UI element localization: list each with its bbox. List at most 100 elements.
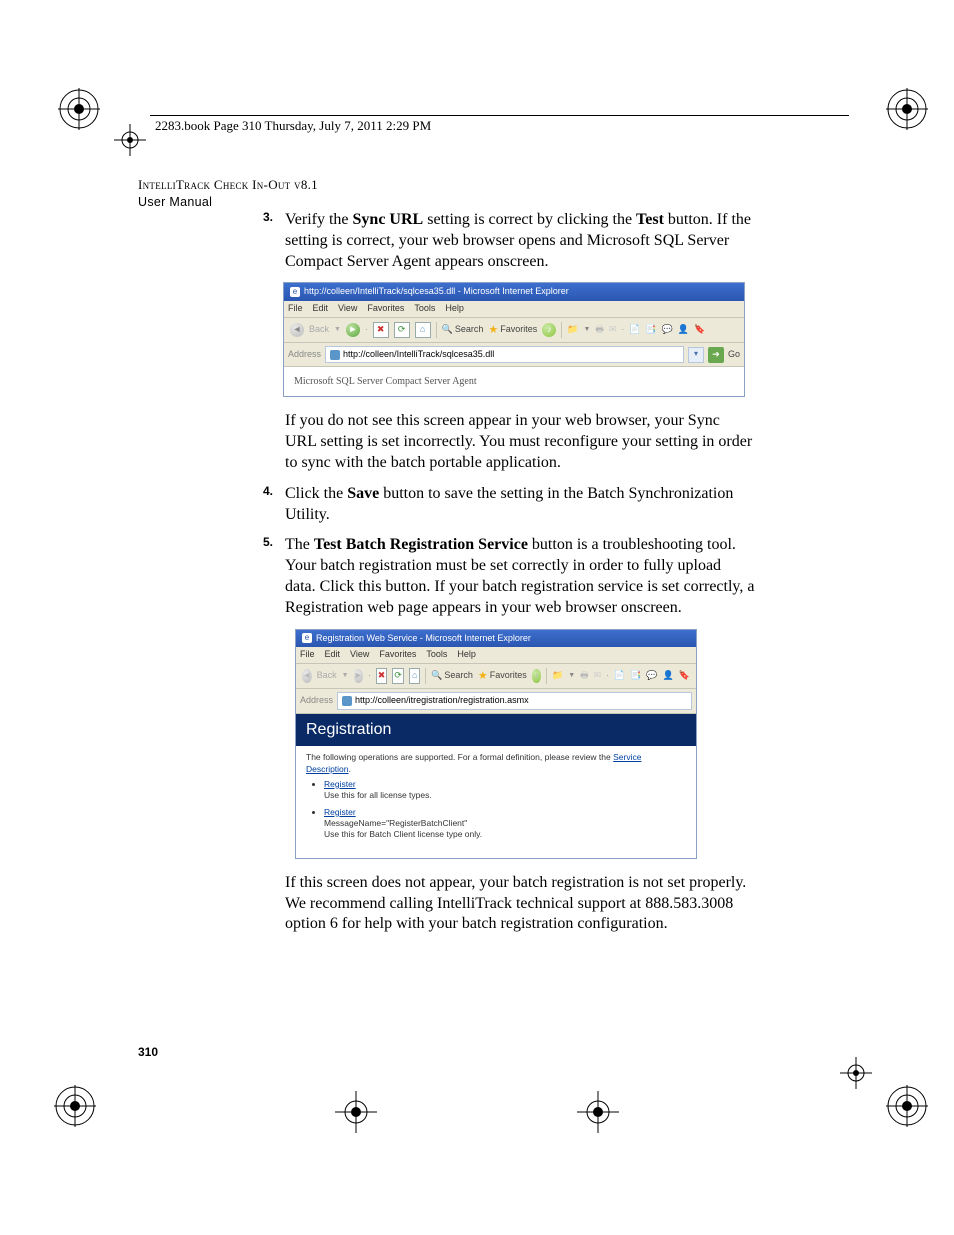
stop-icon[interactable]: ✖ xyxy=(376,668,388,684)
print-icon[interactable]: 🖶 xyxy=(595,324,604,336)
step-number: 4. xyxy=(263,484,273,500)
menu-edit[interactable]: Edit xyxy=(313,303,329,315)
list-item: Register MessageName="RegisterBatchClien… xyxy=(324,807,686,840)
product-title: IntelliTrack Check In-Out v8.1 xyxy=(138,176,318,194)
size-icon[interactable]: 📑 xyxy=(645,324,656,336)
ie-logo-icon: e xyxy=(302,633,312,643)
ie-titlebar: e Registration Web Service - Microsoft I… xyxy=(296,630,696,648)
edit-icon[interactable]: 📄 xyxy=(614,670,625,682)
forward-button-icon[interactable]: ► xyxy=(354,669,364,683)
bold-sync-url: Sync URL xyxy=(353,211,424,228)
register-link[interactable]: Register xyxy=(324,779,356,789)
step-5: 5. The Test Batch Registration Service b… xyxy=(285,535,755,618)
refresh-icon[interactable]: ⟳ xyxy=(392,668,404,684)
window-title: Registration Web Service - Microsoft Int… xyxy=(316,633,531,645)
menu-file[interactable]: File xyxy=(288,303,303,315)
discuss-icon[interactable]: 💬 xyxy=(662,324,673,336)
discuss-icon[interactable]: 💬 xyxy=(646,670,657,682)
list-item: Register Use this for all license types. xyxy=(324,779,686,801)
crop-mark-icon xyxy=(58,88,100,130)
crop-mark-icon xyxy=(840,1057,872,1089)
messenger-icon[interactable]: 👤 xyxy=(663,670,674,682)
header-text: 2283.book Page 310 Thursday, July 7, 201… xyxy=(155,118,431,134)
back-button-icon[interactable]: ◄ xyxy=(290,323,304,337)
menu-file[interactable]: File xyxy=(300,649,315,661)
page-content: 3. Verify the Sync URL setting is correc… xyxy=(285,210,755,945)
register-link[interactable]: Register xyxy=(324,807,356,817)
step-4: 4. Click the Save button to save the set… xyxy=(285,484,755,526)
menu-edit[interactable]: Edit xyxy=(325,649,341,661)
step-number: 5. xyxy=(263,535,273,551)
research-icon[interactable]: 🔖 xyxy=(679,670,690,682)
menu-help[interactable]: Help xyxy=(457,649,476,661)
home-icon[interactable]: ⌂ xyxy=(415,322,431,338)
bold-test: Test xyxy=(636,211,664,228)
step-3: 3. Verify the Sync URL setting is correc… xyxy=(285,210,755,272)
back-label: Back xyxy=(309,324,329,336)
mail-icon[interactable]: ✉ xyxy=(609,324,617,336)
doc-header: IntelliTrack Check In-Out v8.1 User Manu… xyxy=(138,176,318,210)
forward-button-icon[interactable]: ► xyxy=(346,323,360,337)
messenger-icon[interactable]: 👤 xyxy=(678,324,689,336)
ie-menubar: File Edit View Favorites Tools Help xyxy=(296,647,696,664)
crop-mark-icon xyxy=(114,124,146,156)
media-icon[interactable]: ♪ xyxy=(532,669,542,683)
menu-help[interactable]: Help xyxy=(445,303,464,315)
menu-view[interactable]: View xyxy=(338,303,357,315)
home-icon[interactable]: ⌂ xyxy=(409,668,421,684)
go-button-icon[interactable]: ➔ xyxy=(708,347,724,363)
ie-screenshot-1: e http://colleen/IntelliTrack/sqlcesa35.… xyxy=(283,282,745,397)
crop-mark-icon xyxy=(335,1091,377,1133)
address-value: http://colleen/IntelliTrack/sqlcesa35.dl… xyxy=(343,349,494,361)
mail-icon[interactable]: ✉ xyxy=(594,670,602,682)
favorites-button[interactable]: ★Favorites xyxy=(488,323,537,337)
crop-mark-icon xyxy=(886,88,928,130)
address-field[interactable]: http://colleen/IntelliTrack/sqlcesa35.dl… xyxy=(325,346,684,364)
edit-icon[interactable]: 📄 xyxy=(629,324,640,336)
print-icon[interactable]: 🖶 xyxy=(580,670,589,682)
ie-toolbar: ◄ Back ▼ ► · ✖ ⟳ ⌂ 🔍Search ★Favorites ♪ … xyxy=(284,318,744,343)
ie-titlebar: e http://colleen/IntelliTrack/sqlcesa35.… xyxy=(284,283,744,301)
window-title: http://colleen/IntelliTrack/sqlcesa35.dl… xyxy=(304,286,569,298)
media-icon[interactable]: ♪ xyxy=(542,323,556,337)
menu-tools[interactable]: Tools xyxy=(426,649,447,661)
refresh-icon[interactable]: ⟳ xyxy=(394,322,410,338)
page-icon xyxy=(342,696,352,706)
address-dropdown-icon[interactable]: ▾ xyxy=(688,347,704,363)
folder-icon[interactable]: 📁 xyxy=(552,670,563,682)
ie-screenshot-2: e Registration Web Service - Microsoft I… xyxy=(295,629,697,859)
back-button-icon[interactable]: ◄ xyxy=(302,669,312,683)
go-label: Go xyxy=(728,349,740,361)
reg-intro: The following operations are supported. … xyxy=(306,752,613,762)
reg-intro-post: . xyxy=(349,764,351,774)
folder-icon[interactable]: 📁 xyxy=(567,324,578,336)
ie-menubar: File Edit View Favorites Tools Help xyxy=(284,301,744,318)
ie-addressbar: Address http://colleen/itregistration/re… xyxy=(296,689,696,714)
text: Click the xyxy=(285,485,347,502)
bold-save: Save xyxy=(347,485,379,502)
item-desc: MessageName="RegisterBatchClient" xyxy=(324,818,467,828)
ie-addressbar: Address http://colleen/IntelliTrack/sqlc… xyxy=(284,343,744,368)
address-label: Address xyxy=(300,695,333,707)
text: Verify the xyxy=(285,211,353,228)
back-label: Back xyxy=(317,670,337,682)
ie-toolbar: ◄ Back ▼ ► · ✖ ⟳ ⌂ 🔍Search ★Favorites ♪ … xyxy=(296,664,696,689)
step-3-followup: If you do not see this screen appear in … xyxy=(285,411,755,473)
favorites-button[interactable]: ★Favorites xyxy=(478,669,527,683)
text: If this screen does not appear, your bat… xyxy=(285,873,755,935)
menu-favorites[interactable]: Favorites xyxy=(367,303,404,315)
size-icon[interactable]: 📑 xyxy=(630,670,641,682)
search-button[interactable]: 🔍Search xyxy=(431,670,473,682)
research-icon[interactable]: 🔖 xyxy=(694,324,705,336)
registration-body: The following operations are supported. … xyxy=(296,746,696,857)
menu-favorites[interactable]: Favorites xyxy=(379,649,416,661)
search-button[interactable]: 🔍Search xyxy=(442,324,484,336)
menu-view[interactable]: View xyxy=(350,649,369,661)
stop-icon[interactable]: ✖ xyxy=(373,322,389,338)
bold-test-batch: Test Batch Registration Service xyxy=(314,536,528,553)
crop-mark-icon xyxy=(577,1091,619,1133)
menu-tools[interactable]: Tools xyxy=(414,303,435,315)
item-desc: Use this for Batch Client license type o… xyxy=(324,829,482,839)
address-field[interactable]: http://colleen/itregistration/registrati… xyxy=(337,692,692,710)
item-desc: Use this for all license types. xyxy=(324,790,432,800)
